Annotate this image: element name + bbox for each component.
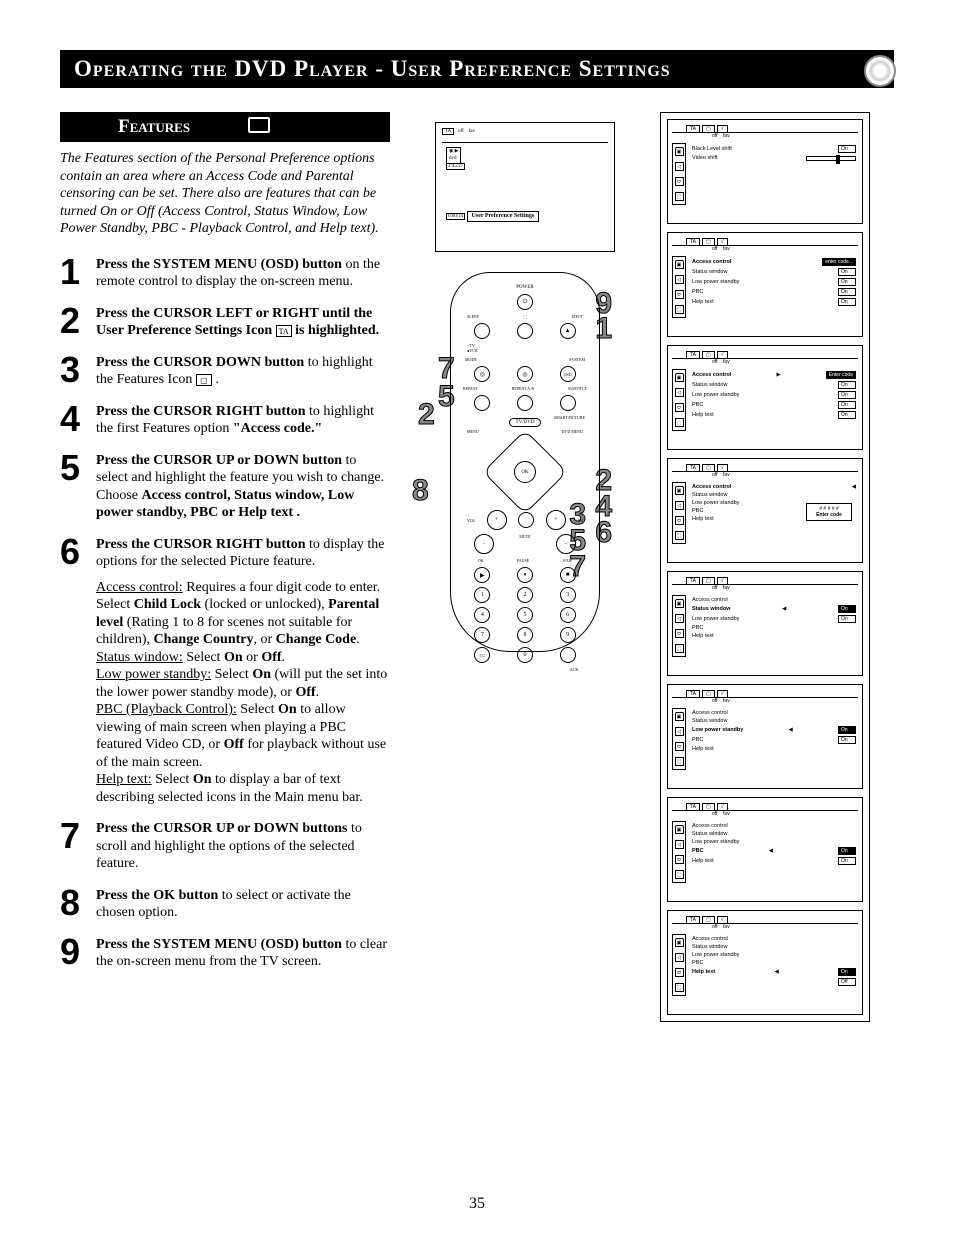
step-number: 2 xyxy=(60,305,96,340)
features-heading: Features xyxy=(60,112,390,142)
mute-button[interactable] xyxy=(518,512,534,528)
speaker-icon: ◁ xyxy=(675,162,684,171)
subtitle-button[interactable] xyxy=(560,395,576,411)
step-2: 2 Press the CURSOR LEFT or RIGHT until t… xyxy=(60,305,390,340)
step-number: 9 xyxy=(60,936,96,971)
num-0[interactable]: 0 xyxy=(517,647,533,663)
vol-up[interactable]: + xyxy=(487,510,507,530)
acr-button[interactable] xyxy=(560,647,576,663)
step-number: 5 xyxy=(60,452,96,522)
power-button[interactable]: ⏻ xyxy=(517,294,533,310)
step-number: 1 xyxy=(60,256,96,291)
osd-screen-6: TA▢√ off fav ▣◁⬭⬚ Access control Status … xyxy=(667,684,863,789)
features-icon: ▢ xyxy=(196,374,212,386)
step-1: 1 Press the SYSTEM MENU (OSD) button on … xyxy=(60,256,390,291)
osd-screen-1: TA▢√ off fav ▣◁⬭⬚ Black Level shiftOn Vi… xyxy=(667,119,863,224)
step-7: 7 Press the CURSOR UP or DOWN buttons to… xyxy=(60,820,390,873)
page-title: Operating the DVD Player - User Preferen… xyxy=(60,50,894,88)
cc-button[interactable]: CC xyxy=(474,647,490,663)
page-number: 35 xyxy=(469,1195,485,1213)
vol-down[interactable]: − xyxy=(474,534,494,554)
osd-screen-4: TA▢√ off fav ▣◁⬭⬚ Access control◀ Status… xyxy=(667,458,863,563)
stop-button[interactable]: ■ xyxy=(560,567,576,583)
step-4: 4 Press the CURSOR RIGHT button to highl… xyxy=(60,403,390,438)
callout-2: 2 xyxy=(418,398,435,432)
num-6[interactable]: 6 xyxy=(560,607,576,623)
remote-control: POWER ⏻ SLEEP⬚EJECT ▲ ○TV●VCR MODESYSTEM… xyxy=(450,272,600,652)
num-3[interactable]: 3 xyxy=(560,587,576,603)
speech-icon: ⬭ xyxy=(675,177,684,186)
step-8: 8 Press the OK button to select or activ… xyxy=(60,887,390,922)
play-button[interactable]: ▶ xyxy=(474,567,490,583)
num-1[interactable]: 1 xyxy=(474,587,490,603)
osd-button[interactable]: OSD xyxy=(560,366,576,382)
osd-screen-2: TA▢√ off fav ▣◁⬭⬚ Access controlenter co… xyxy=(667,232,863,337)
step-number: 6 xyxy=(60,536,96,571)
ch-up[interactable]: + xyxy=(546,510,566,530)
left-column: Features The Features section of the Per… xyxy=(60,112,390,1022)
tv-screen-mock: TA off fav ◉ ▶dvd 2:45:27 0:00:14 User P… xyxy=(435,122,615,252)
step-number: 7 xyxy=(60,820,96,873)
num-4[interactable]: 4 xyxy=(474,607,490,623)
osd-screen-7: TA▢√ off fav ▣◁⬭⬚ Access control Status … xyxy=(667,797,863,902)
mode-btn[interactable]: ◎ xyxy=(474,366,490,382)
pref-icon: TA xyxy=(276,325,292,337)
num-9[interactable]: 9 xyxy=(560,627,576,643)
eject-button[interactable]: ▲ xyxy=(560,323,576,339)
osd-screen-3: TA▢√ off fav ▣◁⬭⬚ Access control▶Enter c… xyxy=(667,345,863,450)
num-2[interactable]: 2 xyxy=(517,587,533,603)
repeat-button[interactable] xyxy=(474,395,490,411)
step-5: 5 Press the CURSOR UP or DOWN button to … xyxy=(60,452,390,522)
intro-text: The Features section of the Personal Pre… xyxy=(60,150,390,238)
mode-button[interactable] xyxy=(517,323,533,339)
right-column: TA▢√ off fav ▣◁⬭⬚ Black Level shiftOn Vi… xyxy=(660,112,870,1022)
num-5[interactable]: 5 xyxy=(517,607,533,623)
center-btn[interactable]: ◎ xyxy=(517,366,533,382)
callout-8: 8 xyxy=(412,474,429,508)
num-7[interactable]: 7 xyxy=(474,627,490,643)
num-8[interactable]: 8 xyxy=(517,627,533,643)
sleep-button[interactable] xyxy=(474,323,490,339)
step-number: 3 xyxy=(60,354,96,389)
tv-icon: ▣ xyxy=(675,147,684,156)
step-number: 8 xyxy=(60,887,96,922)
ch-down[interactable]: − xyxy=(556,534,576,554)
enter-code-dialog: # # # # # Enter code xyxy=(806,503,852,521)
middle-column: TA off fav ◉ ▶dvd 2:45:27 0:00:14 User P… xyxy=(420,112,630,1022)
lock-icon: ⬚ xyxy=(675,192,684,201)
tvdvd-button[interactable]: TV/DVD xyxy=(509,418,542,427)
step-9: 9 Press the SYSTEM MENU (OSD) button to … xyxy=(60,936,390,971)
osd-screen-8: TA▢√ off fav ▣◁⬭⬚ Access control Status … xyxy=(667,910,863,1015)
step-6: 6 Press the CURSOR RIGHT button to displ… xyxy=(60,536,390,571)
step-6-details: Access control: Requires a four digit co… xyxy=(96,579,390,807)
step-number: 4 xyxy=(60,403,96,438)
repeat-ab-button[interactable] xyxy=(517,395,533,411)
osd-screen-5: TA▢√ off fav ▣◁⬭⬚ Access control Status … xyxy=(667,571,863,676)
pause-button[interactable]: ⏸ xyxy=(517,567,533,583)
ok-button[interactable]: OK xyxy=(514,461,536,483)
step-3: 3 Press the CURSOR DOWN button to highli… xyxy=(60,354,390,389)
cursor-pad[interactable]: OK xyxy=(495,442,555,502)
disc-icon xyxy=(864,55,896,87)
